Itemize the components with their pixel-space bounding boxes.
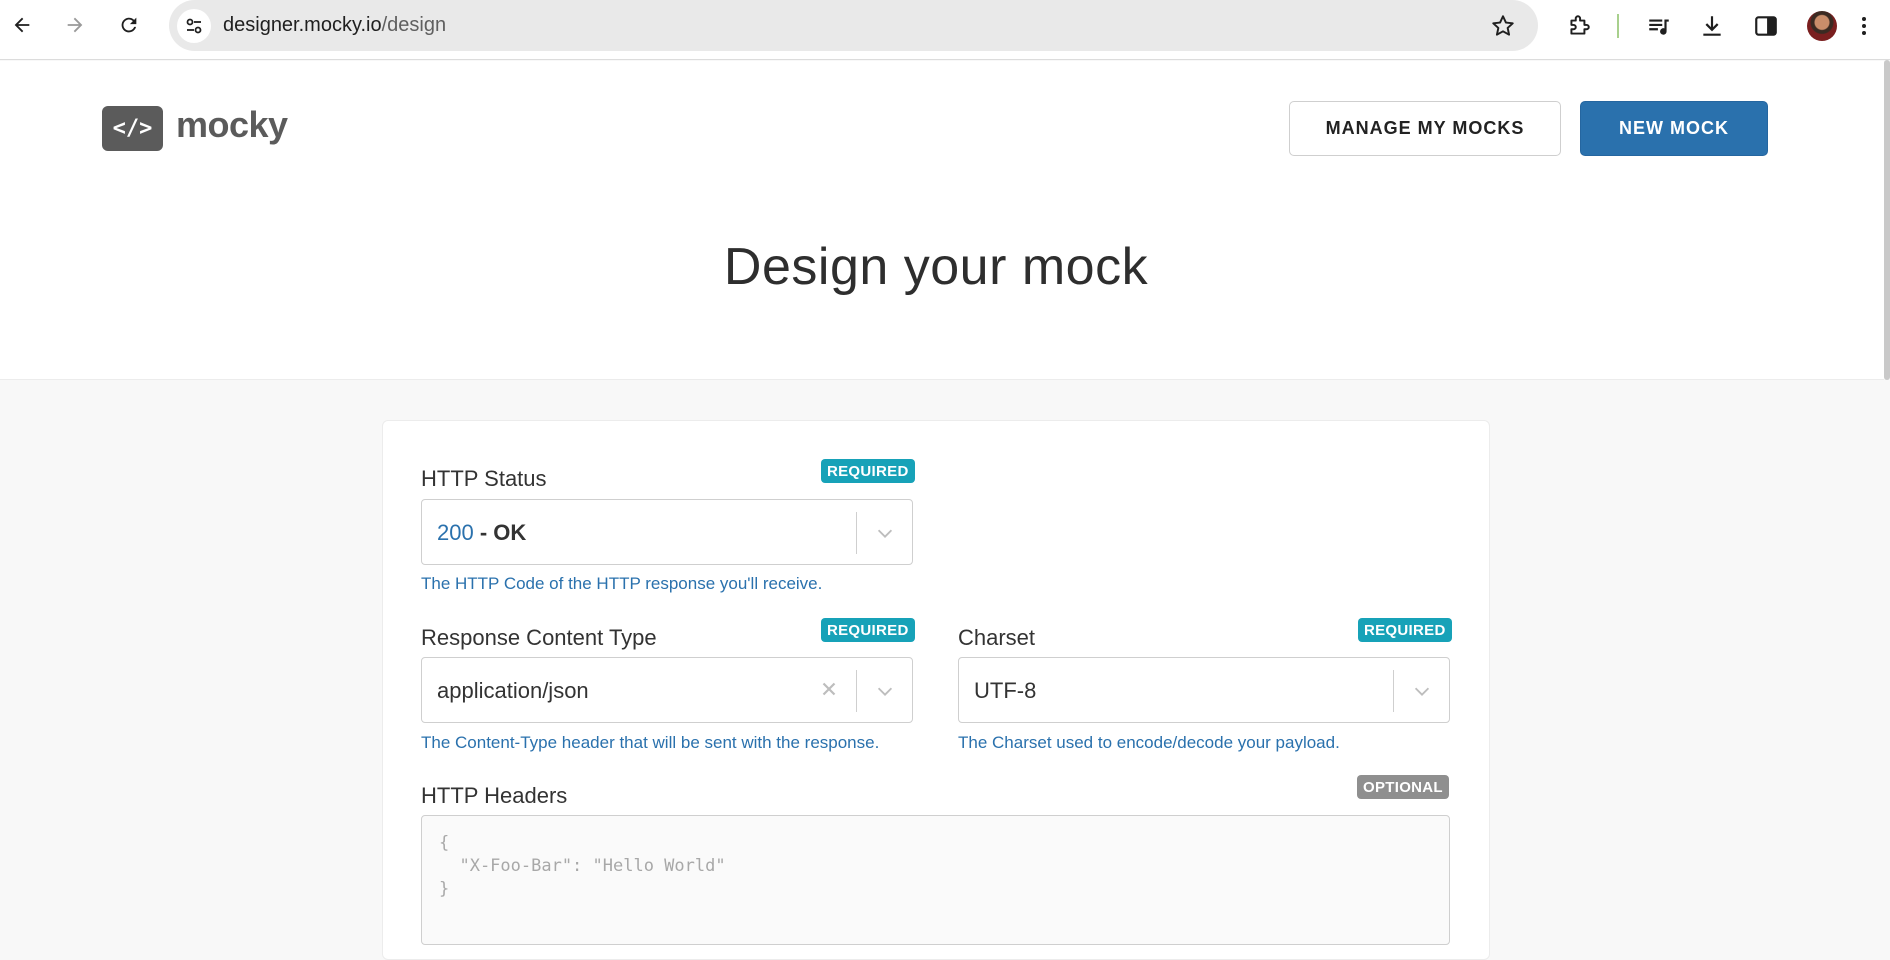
chevron-down-icon[interactable] bbox=[874, 522, 896, 544]
site-info-button[interactable] bbox=[177, 9, 211, 43]
url-text[interactable]: designer.mocky.io/design bbox=[223, 14, 446, 37]
logo-text[interactable]: mocky bbox=[176, 104, 288, 146]
forward-button[interactable] bbox=[60, 10, 90, 40]
chevron-down-icon[interactable] bbox=[874, 680, 896, 702]
extensions-button[interactable] bbox=[1565, 12, 1593, 40]
logo-code-icon[interactable]: </> bbox=[102, 106, 163, 151]
select-divider bbox=[856, 512, 857, 554]
side-panel-button[interactable] bbox=[1752, 12, 1780, 40]
content-type-label: Response Content Type bbox=[421, 625, 657, 650]
content-type-value: application/json bbox=[437, 678, 589, 703]
http-status-value: 200 - OK bbox=[437, 520, 526, 546]
new-mock-button[interactable]: NEW MOCK bbox=[1580, 101, 1768, 156]
media-controls-button[interactable] bbox=[1645, 12, 1673, 40]
playlist-music-icon bbox=[1649, 19, 1669, 35]
status-code: 200 bbox=[437, 520, 474, 545]
side-panel-icon bbox=[1755, 16, 1777, 36]
site-header: </> mocky MANAGE MY MOCKS NEW MOCK Desig… bbox=[0, 61, 1884, 380]
back-button[interactable] bbox=[7, 10, 37, 40]
status-text: - OK bbox=[473, 520, 527, 545]
arrow-right-icon bbox=[67, 17, 83, 33]
http-headers-label: HTTP Headers bbox=[421, 783, 568, 808]
http-status-required-badge: REQUIRED bbox=[821, 459, 915, 483]
content-type-help: The Content-Type header that will be sen… bbox=[421, 733, 880, 752]
http-headers-textarea[interactable]: { "X-Foo-Bar": "Hello World" } bbox=[421, 815, 1450, 945]
select-divider bbox=[856, 670, 857, 712]
bookmark-star-icon[interactable] bbox=[1490, 13, 1516, 39]
page-title: Design your mock bbox=[723, 238, 1149, 296]
profile-avatar[interactable] bbox=[1807, 11, 1837, 41]
http-status-select[interactable]: 200 - OK bbox=[421, 499, 913, 565]
address-bar[interactable]: designer.mocky.io/design bbox=[169, 0, 1538, 51]
content-type-required-badge: REQUIRED bbox=[821, 618, 915, 642]
browser-menu-button[interactable] bbox=[1855, 12, 1873, 40]
select-divider bbox=[1393, 670, 1394, 712]
downloads-button[interactable] bbox=[1698, 12, 1726, 40]
clear-icon[interactable] bbox=[818, 678, 840, 700]
toolbar-divider bbox=[1617, 14, 1619, 38]
http-headers-optional-badge: OPTIONAL bbox=[1357, 775, 1449, 799]
content-type-select[interactable]: application/json bbox=[421, 657, 913, 723]
http-status-help: The HTTP Code of the HTTP response you'l… bbox=[421, 574, 823, 593]
puzzle-icon bbox=[1570, 15, 1590, 35]
url-path: /design bbox=[381, 14, 447, 36]
page-scrollbar[interactable] bbox=[1884, 60, 1890, 380]
chevron-down-icon[interactable] bbox=[1411, 680, 1433, 702]
charset-help: The Charset used to encode/decode your p… bbox=[958, 733, 1340, 752]
arrow-left-icon bbox=[14, 17, 30, 33]
reload-button[interactable] bbox=[114, 10, 144, 40]
kebab-menu-icon bbox=[1862, 17, 1866, 35]
charset-required-badge: REQUIRED bbox=[1358, 618, 1452, 642]
manage-my-mocks-button[interactable]: MANAGE MY MOCKS bbox=[1289, 101, 1561, 156]
charset-select[interactable]: UTF-8 bbox=[958, 657, 1450, 723]
url-host: designer.mocky.io bbox=[223, 14, 382, 36]
charset-label: Charset bbox=[958, 625, 1036, 650]
browser-toolbar: designer.mocky.io/design bbox=[0, 0, 1890, 60]
tune-icon bbox=[186, 18, 202, 34]
charset-value: UTF-8 bbox=[974, 678, 1037, 703]
reload-icon bbox=[121, 17, 137, 33]
http-status-label: HTTP Status bbox=[421, 466, 547, 491]
download-icon bbox=[1703, 16, 1721, 36]
